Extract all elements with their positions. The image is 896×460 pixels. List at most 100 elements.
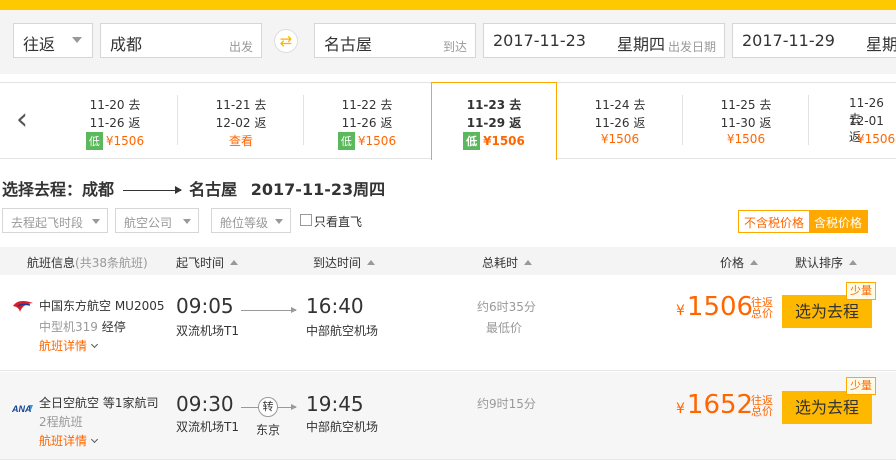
date-go: 11-25 去 xyxy=(720,98,772,112)
date-return: 11-26 返 xyxy=(89,116,141,130)
header-flight-info: 航班信息(共38条航班) xyxy=(27,256,148,270)
to-city-field[interactable]: 名古屋 到达 xyxy=(314,23,476,58)
to-city-value: 名古屋 xyxy=(324,35,373,54)
tax-included-option[interactable]: 含税价格 xyxy=(809,211,868,232)
return-date-value: 2017-11-29 xyxy=(742,31,835,50)
trip-type-select[interactable]: 往返 xyxy=(13,23,93,58)
arrow-right-icon xyxy=(122,186,182,194)
arrive-time: 16:40 xyxy=(306,294,364,318)
date-price-strip: ‹ 11-20 去 11-26 返 低 ¥1506 11-21 去 12-02 返… xyxy=(0,82,896,160)
flight-row: 中国东方航空 MU2005 中型机319 经停 航班详情 09:05 双流机场T… xyxy=(0,276,896,371)
low-price-tag: 低 xyxy=(337,132,355,150)
airline-name: 全日空航空 等1家航司 xyxy=(39,396,159,410)
date-option[interactable]: 11-26 去 12-01 返 ¥1506 xyxy=(809,83,896,158)
date-option-selected[interactable]: 11-23 去 11-29 返 低 ¥1506 xyxy=(431,82,557,160)
chevron-down-icon xyxy=(92,219,100,224)
sort-depart-time[interactable]: 起飞时间 xyxy=(176,254,239,271)
chevron-down-icon xyxy=(183,219,191,224)
date-go: 11-20 去 xyxy=(89,98,141,112)
flight-detail-link[interactable]: 航班详情 xyxy=(39,337,99,354)
chevron-down-icon xyxy=(275,219,283,224)
sort-up-icon xyxy=(750,260,759,265)
date-price: ¥1506 xyxy=(483,134,525,148)
arrive-airport: 中部航空机场 xyxy=(306,324,379,338)
table-header: 航班信息(共38条航班) 起飞时间 到达时间 总耗时 价格 默认排序 xyxy=(0,247,896,275)
sort-arrive-time[interactable]: 到达时间 xyxy=(313,254,376,271)
date-return: 11-30 返 xyxy=(720,116,772,130)
flight-row: ANA 全日空航空 等1家航司 2程航班 航班详情 09:30 双流机场T1 转… xyxy=(0,372,896,460)
chevron-down-icon xyxy=(90,340,99,349)
from-city-value: 成都 xyxy=(110,35,143,54)
sort-duration[interactable]: 总耗时 xyxy=(482,254,533,271)
tax-excluded-option[interactable]: 不含税价格 xyxy=(739,211,810,232)
cabin-filter[interactable]: 舱位等级 xyxy=(211,208,291,233)
tax-note: 往返 总价 xyxy=(751,296,773,320)
sort-price[interactable]: 价格 xyxy=(720,254,759,271)
date-return: 11-26 返 xyxy=(341,116,393,130)
to-label: 到达 xyxy=(442,40,467,54)
depart-weekday: 星期四 xyxy=(617,35,666,54)
top-accent-bar xyxy=(0,0,896,10)
flight-price: ¥1506 xyxy=(676,292,754,322)
direct-only-checkbox[interactable] xyxy=(300,214,312,226)
filter-label: 航空公司 xyxy=(124,216,173,230)
title-destination: 名古屋 xyxy=(189,180,238,199)
depart-date-field[interactable]: 2017-11-23 星期四 出发日期 xyxy=(483,23,725,58)
arrive-airport: 中部航空机场 xyxy=(306,420,379,434)
filter-label: 去程起飞时段 xyxy=(11,216,84,230)
date-price: ¥1506 xyxy=(726,132,766,146)
chevron-left-icon[interactable]: ‹ xyxy=(16,105,46,137)
date-option[interactable]: 11-22 去 11-26 返 低 ¥1506 xyxy=(304,83,430,158)
sort-default[interactable]: 默认排序 xyxy=(795,254,858,271)
tax-toggle: 不含税价格 含税价格 xyxy=(738,210,869,233)
from-label: 出发 xyxy=(228,40,253,54)
flight-detail-link[interactable]: 航班详情 xyxy=(39,432,99,449)
return-weekday: 星期 xyxy=(866,35,896,54)
transfer-icon: 转 xyxy=(258,397,278,417)
depart-airport: 双流机场T1 xyxy=(176,324,239,338)
title-date: 2017-11-23周四 xyxy=(250,180,386,199)
airline-filter[interactable]: 航空公司 xyxy=(115,208,199,233)
direct-only-label: 只看直飞 xyxy=(314,215,363,229)
return-date-field[interactable]: 2017-11-29 星期 xyxy=(732,23,896,58)
limited-seats-badge: 少量 xyxy=(846,377,876,395)
duration: 约6时35分 xyxy=(477,300,536,314)
search-bar: 往返 成都 出发 ⇄ 名古屋 到达 2017-11-23 星期四 出发日期 20… xyxy=(0,10,896,74)
stop-note: 经停 xyxy=(101,320,126,334)
date-option[interactable]: 11-24 去 11-26 返 ¥1506 xyxy=(557,83,683,158)
date-price: ¥1506 xyxy=(357,134,397,148)
depart-date-label: 出发日期 xyxy=(667,40,716,54)
plane-type: 2程航班 xyxy=(39,415,83,429)
view-price-link[interactable]: 查看 xyxy=(178,132,304,149)
date-go: 11-21 去 xyxy=(215,98,267,112)
depart-time: 09:05 xyxy=(176,294,234,318)
date-go: 11-24 去 xyxy=(594,98,646,112)
sort-up-icon xyxy=(367,260,376,265)
title-origin: 选择去程：成都 xyxy=(2,180,115,199)
date-go: 11-23 去 xyxy=(466,98,522,112)
date-price: ¥1506 xyxy=(105,134,145,148)
date-return: 11-26 返 xyxy=(594,116,646,130)
depart-time: 09:30 xyxy=(176,392,234,416)
chevron-down-icon xyxy=(90,435,99,444)
depart-time-filter[interactable]: 去程起飞时段 xyxy=(2,208,108,233)
depart-airport: 双流机场T1 xyxy=(176,420,239,434)
select-outbound-button[interactable]: 选为去程 xyxy=(782,391,872,424)
flight-arrow xyxy=(241,307,297,313)
lowest-price-tag: 最低价 xyxy=(486,321,523,335)
date-option[interactable]: 11-25 去 11-30 返 ¥1506 xyxy=(683,83,809,158)
from-city-field[interactable]: 成都 出发 xyxy=(100,23,262,58)
trip-type-value: 往返 xyxy=(23,35,56,54)
swap-cities-icon[interactable]: ⇄ xyxy=(274,29,298,53)
low-price-tag: 低 xyxy=(463,132,481,150)
sort-up-icon xyxy=(524,260,533,265)
date-option[interactable]: 11-21 去 12-02 返 查看 xyxy=(178,83,304,158)
sort-up-icon xyxy=(849,260,858,265)
date-return: 12-02 返 xyxy=(215,116,267,130)
depart-date-value: 2017-11-23 xyxy=(493,31,586,50)
limited-seats-badge: 少量 xyxy=(846,282,876,300)
date-price: ¥1506 xyxy=(600,132,640,146)
flight-price: ¥1652 xyxy=(676,390,754,420)
date-option[interactable]: 11-20 去 11-26 返 低 ¥1506 xyxy=(52,83,178,158)
page-title: 选择去程：成都 名古屋 2017-11-23周四 xyxy=(2,176,385,200)
